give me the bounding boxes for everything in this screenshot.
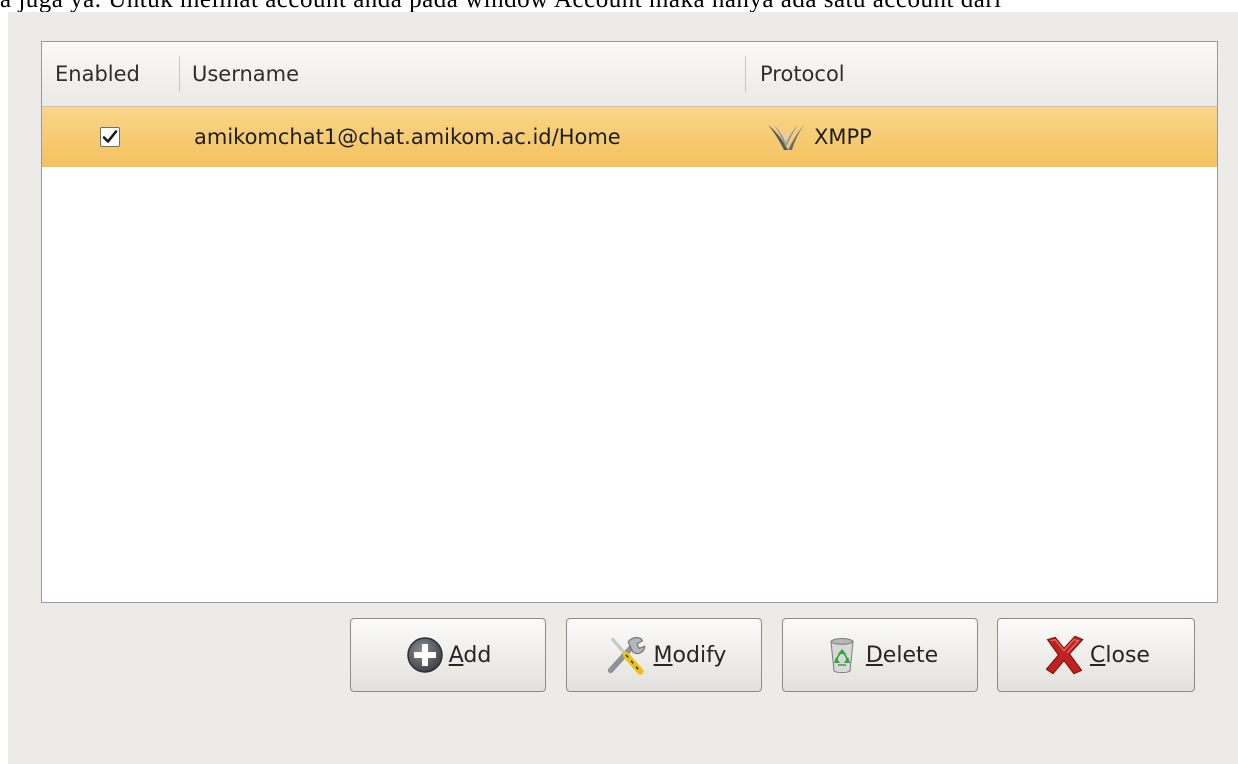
add-button[interactable]: Add (350, 618, 546, 692)
document-caption-text: a juga ya. Untuk melihat account anda pa… (0, 0, 1002, 12)
red-x-icon (1045, 635, 1084, 675)
accounts-list: Enabled Username Protocol amikomchat1@ch… (41, 41, 1218, 603)
column-separator (745, 56, 746, 92)
accounts-list-header: Enabled Username Protocol (42, 42, 1217, 107)
recycle-bin-icon (830, 638, 854, 673)
modify-button-label: Modify (653, 642, 727, 668)
column-header-protocol[interactable]: Protocol (760, 42, 845, 106)
account-username: amikomchat1@chat.amikom.ac.id/Home (194, 125, 621, 149)
add-button-label: Add (448, 642, 492, 668)
modify-button[interactable]: Modify (566, 618, 762, 692)
accounts-dialog: Enabled Username Protocol amikomchat1@ch… (8, 12, 1238, 764)
checkmark-icon (102, 130, 118, 143)
column-separator (179, 56, 180, 92)
delete-button[interactable]: Delete (782, 618, 978, 692)
close-button-label: Close (1090, 642, 1150, 668)
account-protocol: XMPP (814, 125, 872, 149)
account-enabled-checkbox[interactable] (100, 127, 120, 147)
column-header-enabled[interactable]: Enabled (55, 42, 140, 106)
close-button[interactable]: Close (997, 618, 1195, 692)
wrench-screwdriver-icon (607, 636, 645, 675)
delete-button-label: Delete (865, 642, 939, 668)
xmpp-protocol-icon (768, 125, 804, 150)
account-row[interactable]: amikomchat1@chat.amikom.ac.id/Home XMPP (42, 107, 1217, 167)
column-header-username[interactable]: Username (192, 42, 299, 106)
document-caption-strip: a juga ya. Untuk melihat account anda pa… (0, 0, 1238, 12)
add-circle-icon (406, 637, 443, 673)
